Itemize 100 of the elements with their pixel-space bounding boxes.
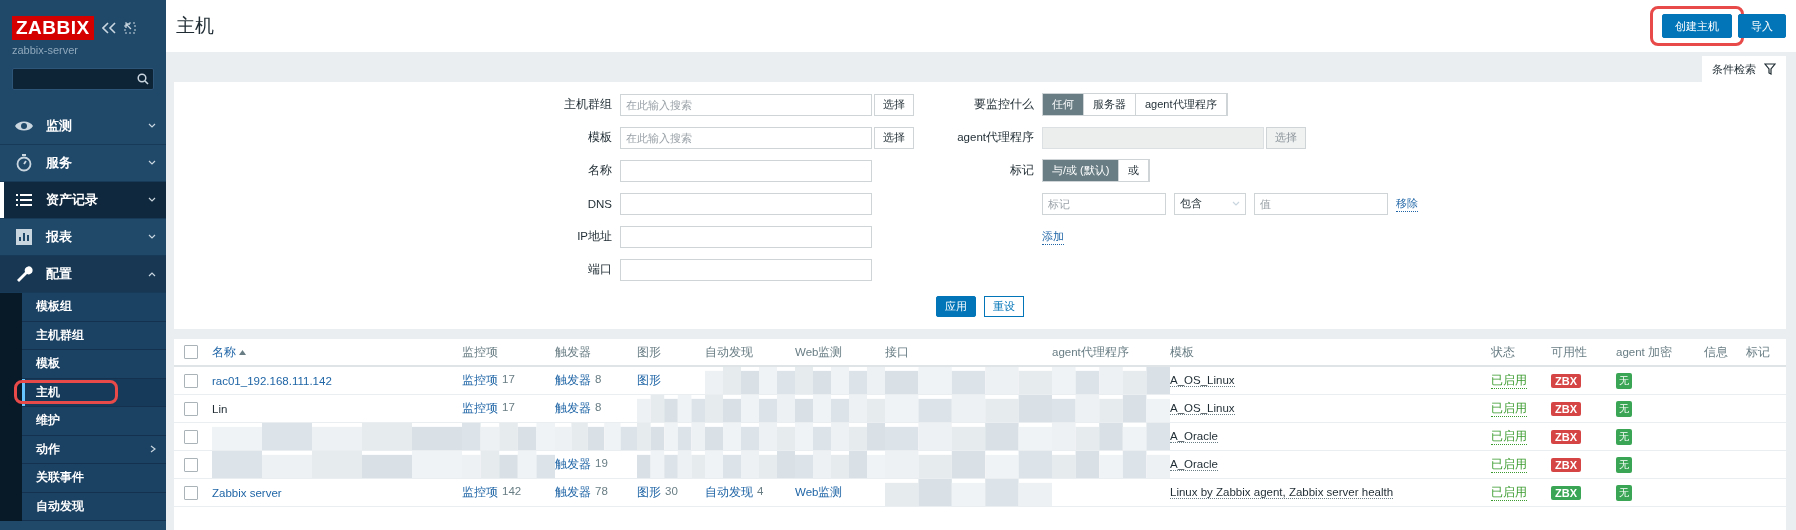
field-label: 名称 xyxy=(587,163,612,178)
select-button[interactable]: 选择 xyxy=(874,126,914,149)
text-input[interactable] xyxy=(620,258,872,281)
search-input[interactable]: 在此输入搜索 xyxy=(620,93,872,116)
column-header[interactable]: 模板 xyxy=(1170,344,1194,360)
reset-button[interactable]: 重设 xyxy=(984,296,1024,317)
encryption-tag: 无 xyxy=(1616,372,1632,389)
template-link[interactable]: A_Oracle xyxy=(1170,458,1218,471)
chevron-down-icon xyxy=(148,160,156,166)
column-header[interactable]: 监控项 xyxy=(462,344,498,360)
chevron-down-icon xyxy=(148,234,156,240)
count: 17 xyxy=(502,401,515,415)
field-label: agent代理程序 xyxy=(956,130,1034,145)
apply-button[interactable]: 应用 xyxy=(936,296,976,317)
column-header[interactable]: 自动发现 xyxy=(705,344,753,360)
column-header[interactable]: 图形 xyxy=(637,344,661,360)
encryption-tag: 无 xyxy=(1616,400,1632,417)
import-button[interactable]: 导入 xyxy=(1738,14,1786,38)
availability-tag: ZBX xyxy=(1551,373,1581,388)
template-link[interactable]: A_OS_Linux xyxy=(1170,402,1235,415)
segment-button[interactable]: 与/或 (默认) xyxy=(1043,160,1120,181)
expand-icon[interactable] xyxy=(123,22,136,34)
submenu-item[interactable]: 动作 xyxy=(22,435,166,464)
table-link[interactable]: 图形 xyxy=(637,373,661,388)
table-link[interactable]: 监控项 xyxy=(462,401,498,416)
template-link[interactable]: A_Oracle xyxy=(1170,430,1218,443)
table-link[interactable]: Web监测 xyxy=(795,485,843,500)
field-label: 主机群组 xyxy=(563,97,612,112)
bar-chart-icon xyxy=(14,227,34,247)
server-name: zabbix-server xyxy=(12,44,80,56)
status-link[interactable]: 已启用 xyxy=(1491,484,1527,501)
checkbox[interactable] xyxy=(184,485,198,500)
segment-button[interactable]: 任何 xyxy=(1043,94,1084,115)
availability-tag: ZBX xyxy=(1551,429,1581,444)
submenu-item[interactable]: 模板 xyxy=(22,350,166,379)
count: 30 xyxy=(665,485,678,499)
count: 17 xyxy=(502,373,515,387)
table-link[interactable]: 触发器 xyxy=(555,457,591,472)
stopwatch-icon xyxy=(14,153,34,173)
status-link[interactable]: 已启用 xyxy=(1491,428,1527,445)
table-link[interactable]: 图形 xyxy=(637,485,661,500)
column-header[interactable]: agent代理程序 xyxy=(1052,344,1129,360)
field-label: 标记 xyxy=(1009,163,1034,178)
column-header[interactable]: 状态 xyxy=(1491,344,1515,360)
field-label: 模板 xyxy=(587,130,612,145)
table-link[interactable]: 监控项 xyxy=(462,485,498,500)
checkbox[interactable] xyxy=(184,457,198,472)
column-header[interactable]: agent 加密 xyxy=(1616,344,1672,360)
search-input[interactable]: 在此输入搜索 xyxy=(620,126,872,149)
checkbox[interactable] xyxy=(184,429,198,444)
checkbox[interactable] xyxy=(184,345,198,359)
table-link[interactable]: 触发器 xyxy=(555,373,591,388)
column-header[interactable]: 标记 xyxy=(1746,344,1770,360)
submenu-item[interactable]: 主机群组 xyxy=(22,321,166,350)
submenu-item[interactable]: 自动发现 xyxy=(22,492,166,521)
column-header[interactable]: 接口 xyxy=(885,344,909,360)
column-header[interactable]: 名称 xyxy=(212,344,236,360)
value-input[interactable]: 值 xyxy=(1254,192,1388,215)
column-header[interactable]: 可用性 xyxy=(1551,344,1587,360)
submenu-item[interactable]: 关联事件 xyxy=(22,464,166,493)
status-link[interactable]: 已启用 xyxy=(1491,400,1527,417)
table-link[interactable]: Zabbix server xyxy=(212,486,282,499)
status-link[interactable]: 已启用 xyxy=(1491,456,1527,473)
table-link[interactable]: 触发器 xyxy=(555,401,591,416)
page-title: 主机 xyxy=(176,14,214,38)
search-field[interactable] xyxy=(12,68,154,90)
encryption-tag: 无 xyxy=(1616,428,1632,445)
tag-input[interactable]: 标记 xyxy=(1042,192,1166,215)
search-icon xyxy=(137,73,149,85)
chevron-up-icon xyxy=(148,271,156,277)
table-link[interactable]: 触发器 xyxy=(555,485,591,500)
checkbox[interactable] xyxy=(184,401,198,416)
table-link[interactable]: 自动发现 xyxy=(705,485,753,500)
text-input[interactable] xyxy=(620,225,872,248)
menu-item[interactable]: 资产记录 xyxy=(0,182,166,219)
submenu-item[interactable]: 维护 xyxy=(22,407,166,436)
create-host-button[interactable]: 创建主机 xyxy=(1662,14,1732,38)
text-input[interactable] xyxy=(620,159,872,182)
select-button[interactable]: 选择 xyxy=(874,93,914,116)
checkbox[interactable] xyxy=(184,373,198,388)
filter-tab[interactable]: 条件检索 xyxy=(1702,56,1786,82)
template-link[interactable]: A_OS_Linux xyxy=(1170,374,1235,387)
table-link[interactable]: 监控项 xyxy=(462,373,498,388)
column-header[interactable]: 信息 xyxy=(1704,344,1728,360)
availability-tag: ZBX xyxy=(1551,457,1581,472)
filter-icon xyxy=(1764,63,1776,75)
count: 8 xyxy=(595,401,602,415)
text-input[interactable] xyxy=(620,192,872,215)
column-header[interactable]: 触发器 xyxy=(555,344,591,360)
collapse-icon[interactable] xyxy=(101,22,116,34)
table-link[interactable]: rac01_192.168.111.142 xyxy=(212,374,332,387)
column-header[interactable]: Web监测 xyxy=(795,344,843,360)
template-link[interactable]: Linux by Zabbix agent, Zabbix server health xyxy=(1170,486,1394,499)
operator-select[interactable]: 包含 xyxy=(1174,192,1246,215)
count: 8 xyxy=(595,373,602,387)
remove-link[interactable]: 移除 xyxy=(1396,195,1418,212)
status-link[interactable]: 已启用 xyxy=(1491,372,1527,389)
add-link[interactable]: 添加 xyxy=(1042,228,1064,245)
submenu-item[interactable]: 模板组 xyxy=(22,293,166,322)
menu-item[interactable]: 配置 xyxy=(0,256,166,293)
